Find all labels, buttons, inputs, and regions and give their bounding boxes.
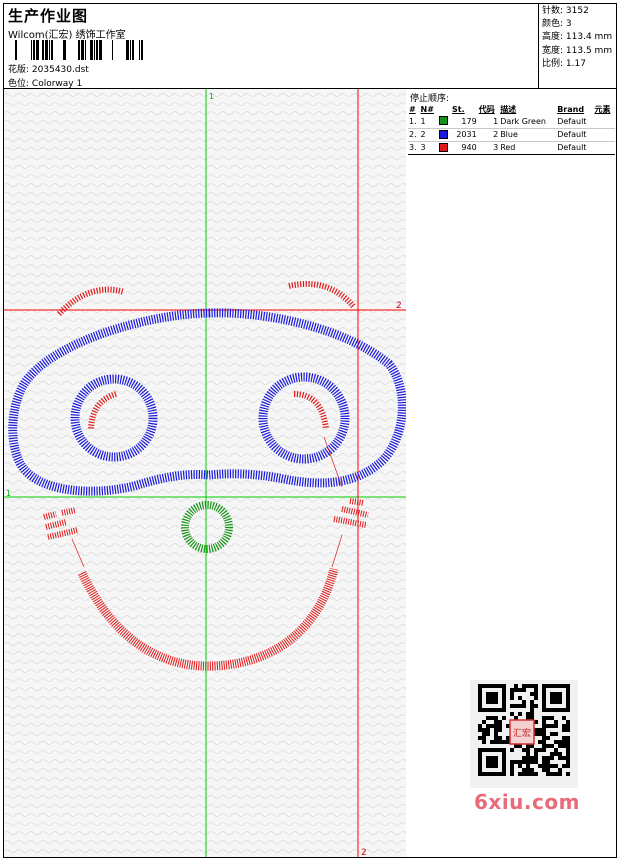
colorway-label: 色位: (8, 79, 30, 89)
stat-width: 宽度: 113.5 mm (542, 45, 613, 58)
row-code: 1 (477, 115, 500, 129)
axis-label-green-left: 1 (6, 489, 11, 498)
row-needle: 2 (419, 128, 438, 142)
axis-label-green-top: 1 (209, 92, 214, 101)
stat-label: 比例: (542, 58, 564, 69)
qr-code-image: 汇宏 (478, 684, 570, 776)
table-header-row: # N# St. 代码 描述 Brand 元素 (408, 103, 615, 115)
stat-label: 宽度: (542, 45, 564, 56)
row-stitches: 179 (451, 115, 478, 129)
row-brand: Default (556, 115, 594, 129)
design-value: 2035430.dst (31, 65, 89, 75)
row-swatch-cell (437, 141, 452, 155)
stat-value: 1.17 (565, 58, 586, 69)
row-element (593, 141, 615, 155)
row-needle: 1 (419, 115, 438, 129)
col-description: 描述 (500, 104, 517, 114)
row-element (593, 115, 615, 129)
row-brand: Default (556, 141, 594, 155)
row-code: 2 (477, 128, 500, 142)
sheet-header: 生产作业图 Wilcom(汇宏) 绣饰工作室 花版: 2035430.dst 色… (4, 4, 616, 89)
col-index: # (409, 104, 416, 114)
sheet-subtitle: Wilcom(汇宏) 绣饰工作室 (8, 30, 126, 41)
row-element (593, 128, 615, 142)
stat-value: 113.5 mm (565, 45, 613, 56)
stat-label: 颜色: (542, 19, 564, 30)
design-stats: 针数: 3152 颜色: 3 高度: 113.4 mm 宽度: 113.5 mm… (538, 4, 616, 89)
row-brand: Default (556, 128, 594, 142)
stat-label: 针数: (542, 6, 564, 16)
design-label: 花版: (8, 65, 30, 75)
axis-label-red-right: 2 (396, 301, 402, 311)
stat-value: 113.4 mm (565, 32, 613, 43)
col-swatch (438, 103, 451, 115)
stat-stitches: 针数: 3152 (542, 5, 613, 18)
color-swatch (438, 116, 448, 126)
stat-scale: 比例: 1.17 (542, 58, 613, 71)
stat-colors: 颜色: 3 (542, 18, 613, 31)
fabric-texture (4, 89, 406, 857)
design-canvas[interactable]: 1 1 2 2 (4, 89, 406, 857)
embroidery-preview: 1 1 2 2 (4, 89, 406, 857)
design-name-line: 花版: 2035430.dst (8, 62, 89, 75)
svg-text:汇宏: 汇宏 (513, 727, 531, 739)
stat-height: 高度: 113.4 mm (542, 31, 613, 44)
watermark-site-text: 6xiu.com (474, 790, 580, 814)
stat-label: 高度: (542, 32, 564, 43)
stat-value: 3 (565, 19, 572, 30)
colorway-value: Colorway 1 (31, 79, 83, 89)
row-description: Dark Green (499, 115, 557, 129)
table-row[interactable]: 2. 2 2031 2 Blue Default (408, 128, 615, 142)
table-row[interactable]: 1. 1 179 1 Dark Green Default (408, 115, 615, 129)
row-stitches: 2031 (451, 128, 478, 142)
row-index: 3. (408, 141, 420, 155)
row-code: 3 (477, 141, 500, 155)
col-brand: Brand (557, 104, 585, 114)
col-code: 代码 (478, 104, 495, 114)
col-stitches: St. (452, 104, 465, 114)
row-description: Blue (499, 128, 557, 142)
barcode-image (15, 40, 143, 60)
row-index: 1. (408, 115, 420, 129)
row-swatch-cell (437, 115, 452, 129)
stat-value: 3152 (565, 6, 589, 16)
row-needle: 3 (419, 141, 438, 155)
row-swatch-cell (437, 128, 452, 142)
colorway-line: 色位: Colorway 1 (8, 76, 82, 89)
row-index: 2. (408, 128, 420, 142)
axis-label-red-bottom: 2 (361, 848, 367, 857)
color-swatch (438, 142, 448, 152)
stop-sequence-table: # N# St. 代码 描述 Brand 元素 1. 1 179 1 Dark … (408, 103, 615, 155)
row-stitches: 940 (451, 141, 478, 155)
qr-code-watermark: 汇宏 (470, 680, 578, 788)
color-swatch (438, 129, 448, 139)
table-row[interactable]: 3. 3 940 3 Red Default (408, 141, 615, 155)
col-element: 元素 (594, 104, 611, 114)
sheet-title: 生产作业图 (8, 7, 89, 25)
row-description: Red (499, 141, 557, 155)
col-needle: N# (420, 104, 434, 114)
